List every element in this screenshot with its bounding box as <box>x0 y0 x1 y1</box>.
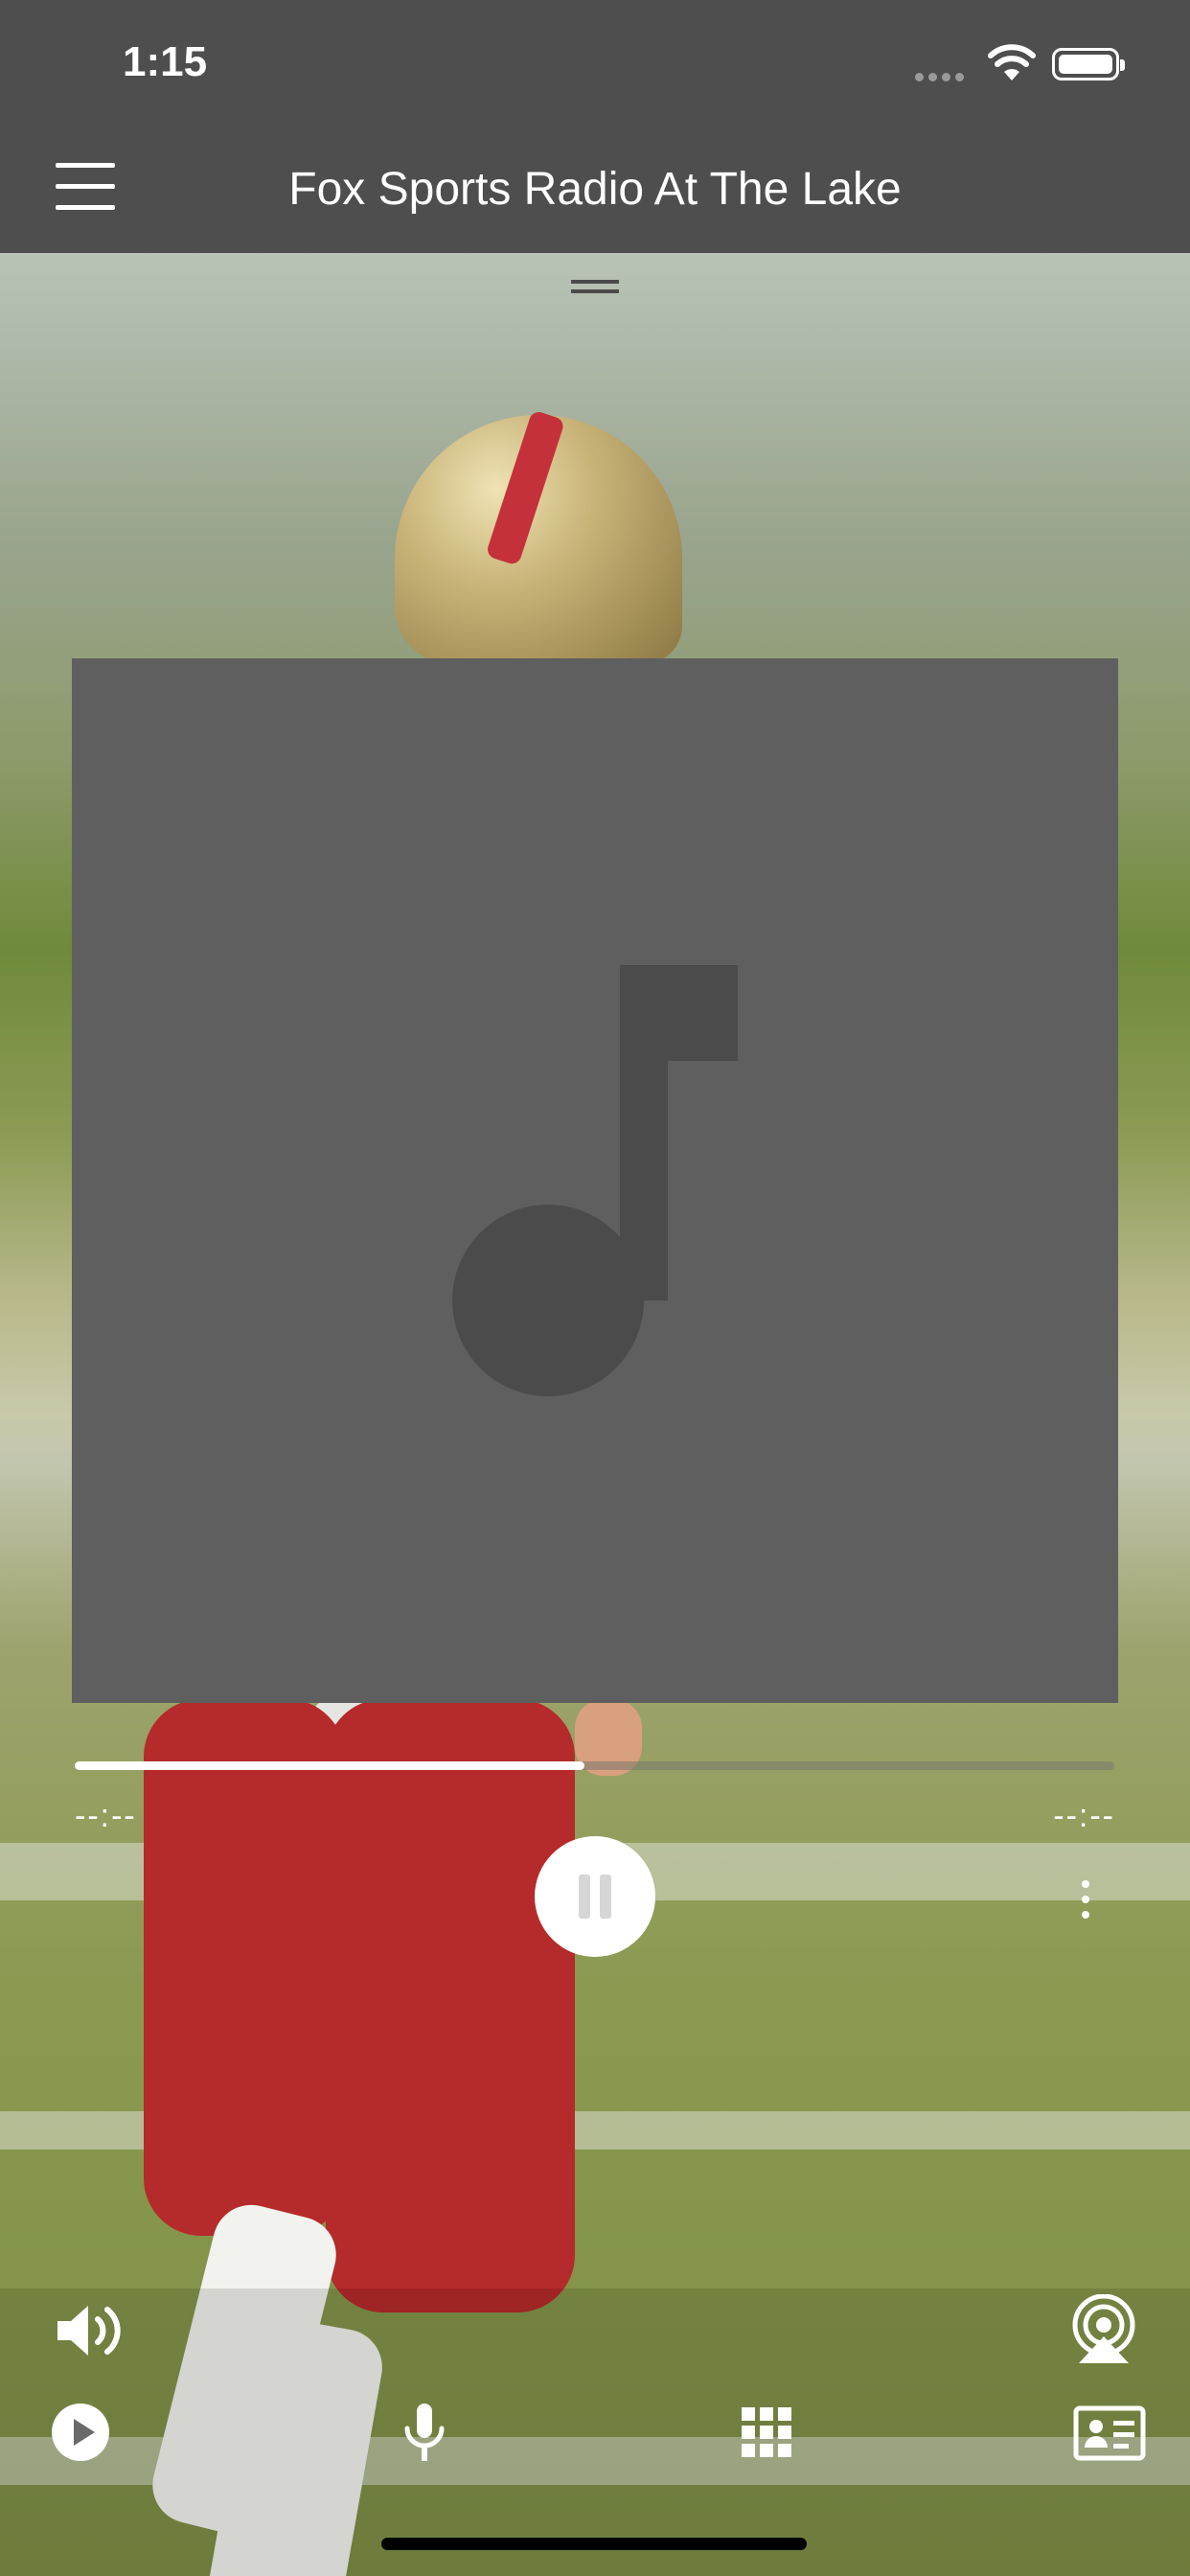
more-options-icon[interactable] <box>1078 1878 1093 1920</box>
home-indicator[interactable] <box>381 2538 807 2550</box>
airplay-icon[interactable] <box>1067 2294 1140 2363</box>
remaining-time: --:-- <box>1053 1798 1115 1834</box>
drag-handle[interactable] <box>571 280 619 293</box>
progress-bar[interactable] <box>75 1761 1114 1770</box>
signal-dots-icon <box>915 69 973 81</box>
elapsed-time: --:-- <box>75 1798 137 1834</box>
play-circle-icon[interactable] <box>50 2402 111 2463</box>
microphone-icon[interactable] <box>400 2402 448 2465</box>
bottom-toolbar <box>0 2288 1190 2576</box>
volume-icon[interactable] <box>54 2300 126 2361</box>
page-title: Fox Sports Radio At The Lake <box>288 164 902 215</box>
status-bar: 1:15 <box>0 0 1190 134</box>
battery-icon <box>1052 48 1125 80</box>
progress-fill <box>75 1761 584 1770</box>
status-time: 1:15 <box>123 38 208 85</box>
grid-icon[interactable] <box>742 2407 791 2457</box>
music-note-icon <box>452 965 738 1396</box>
contact-card-icon[interactable] <box>1073 2405 1146 2461</box>
album-artwork <box>72 658 1118 1703</box>
pause-button[interactable] <box>535 1836 655 1957</box>
wifi-icon <box>988 44 1036 80</box>
app-header: Fox Sports Radio At The Lake <box>0 134 1190 253</box>
